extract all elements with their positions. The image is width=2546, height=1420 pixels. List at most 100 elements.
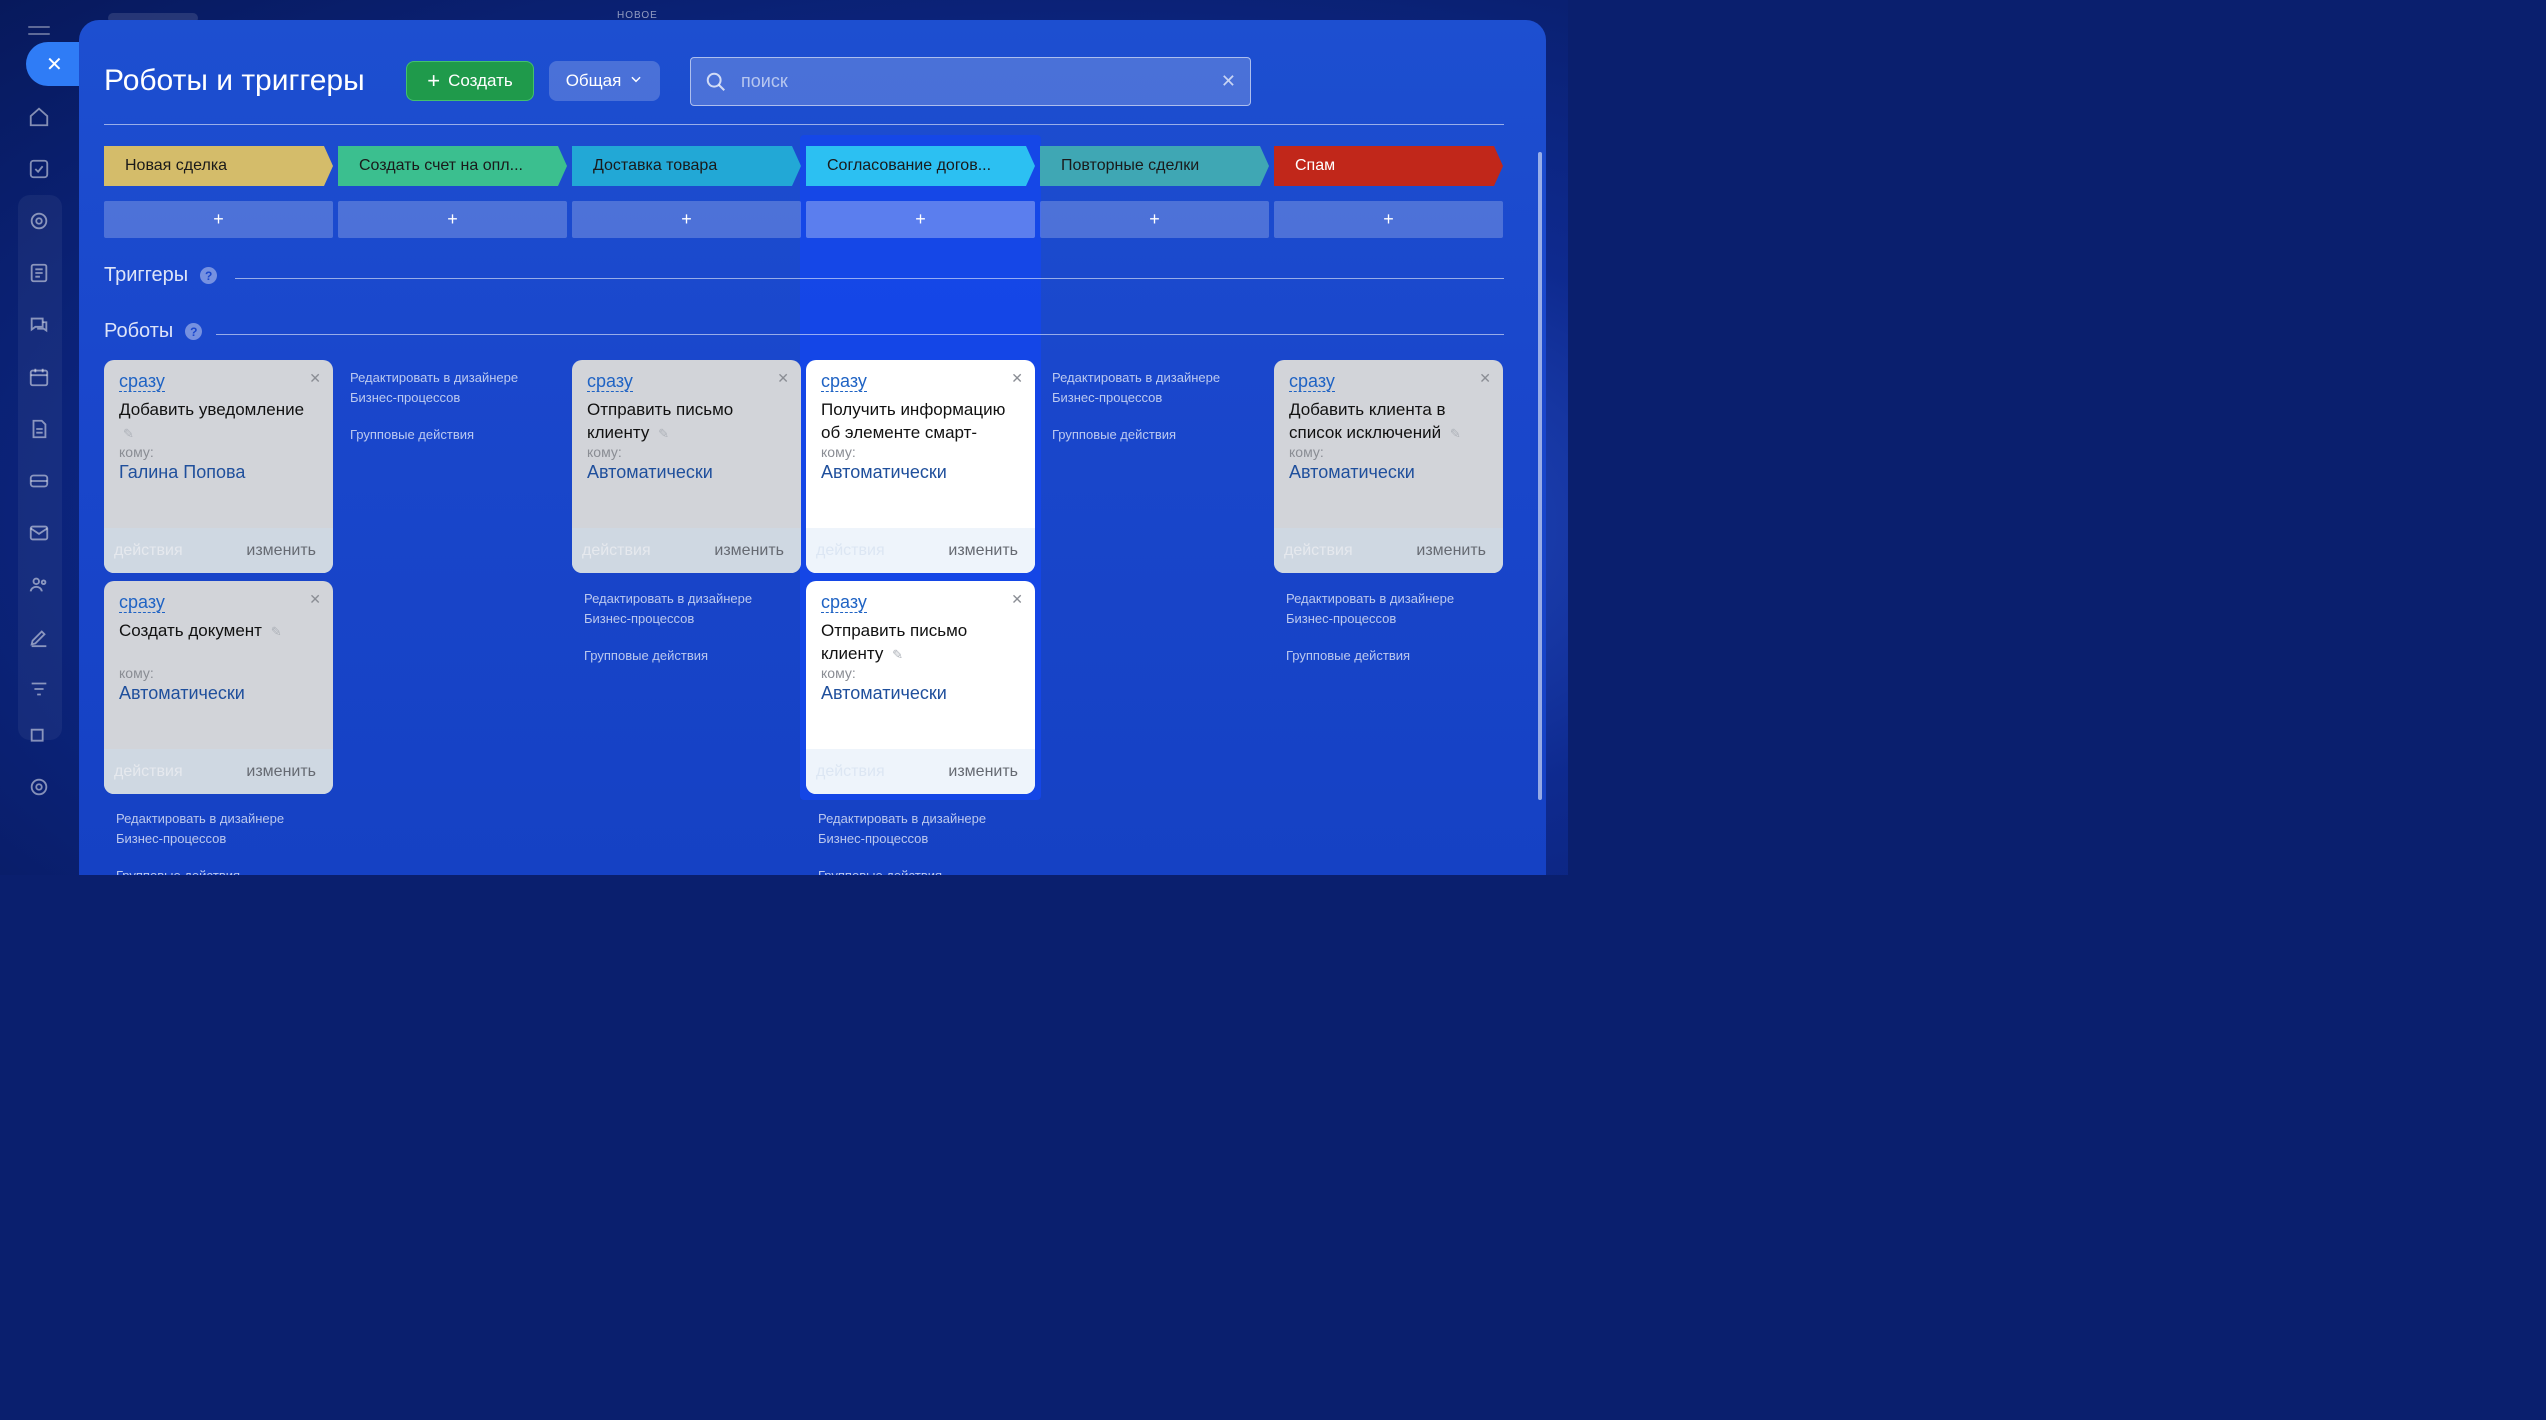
stage-repeat-deals[interactable]: Повторные сделки	[1040, 146, 1269, 186]
drive-icon[interactable]	[28, 470, 50, 492]
robot-card[interactable]: сразу ✕ Добавить клиента в список исключ…	[1274, 360, 1503, 573]
robot-card[interactable]: сразу ✕ Отправить письмо клиенту ✎ кому:…	[806, 581, 1035, 794]
robot-recipient-label: кому:	[1289, 444, 1324, 460]
triggers-label: Триггеры	[104, 264, 189, 286]
edit-in-designer-link[interactable]: Редактировать в дизайнере Бизнес-процесс…	[1052, 368, 1252, 408]
delete-robot-icon[interactable]: ✕	[777, 370, 789, 387]
stage-contract-approval[interactable]: Согласование догов...	[806, 146, 1035, 186]
stage-delivery[interactable]: Доставка товара	[572, 146, 801, 186]
delete-robot-icon[interactable]: ✕	[1011, 370, 1023, 387]
robot-title: Создать документ ✎	[119, 619, 324, 643]
robot-recipient: Галина Попова	[119, 462, 246, 482]
robot-delay-link[interactable]: сразу	[1289, 371, 1335, 392]
create-button[interactable]: + Создать	[406, 61, 534, 101]
robot-delay-link[interactable]: сразу	[587, 371, 633, 392]
robot-recipient: Автоматически	[587, 462, 713, 482]
pencil-icon[interactable]: ✎	[658, 422, 669, 445]
edit-in-designer-link[interactable]: Редактировать в дизайнере Бизнес-процесс…	[584, 589, 784, 629]
add-trigger-button[interactable]: +	[806, 201, 1035, 238]
edit-in-designer-link[interactable]: Редактировать в дизайнере Бизнес-процесс…	[1286, 589, 1486, 629]
edit-in-designer-link[interactable]: Редактировать в дизайнере Бизнес-процесс…	[116, 809, 316, 849]
add-trigger-button[interactable]: +	[572, 201, 801, 238]
pencil-icon[interactable]: ✎	[1450, 422, 1461, 445]
group-actions-link[interactable]: Групповые действия	[584, 646, 784, 666]
settings-icon[interactable]	[28, 776, 50, 798]
add-trigger-button[interactable]: +	[338, 201, 567, 238]
clear-search-icon[interactable]: ✕	[1221, 71, 1236, 92]
robot-card[interactable]: сразу ✕ Отправить письмо клиенту ✎ кому:…	[572, 360, 801, 573]
stage-new-deal[interactable]: Новая сделка	[104, 146, 333, 186]
marketing-icon[interactable]	[28, 726, 50, 748]
help-icon[interactable]: ?	[185, 323, 203, 340]
tasks-icon[interactable]	[28, 158, 50, 180]
robot-card-footer: действия изменить	[806, 528, 1035, 573]
stage-create-invoice[interactable]: Создать счет на опл...	[338, 146, 567, 186]
robot-edit-link[interactable]: изменить	[948, 763, 1018, 781]
mail-icon[interactable]	[28, 522, 50, 544]
robot-edit-link[interactable]: изменить	[1416, 542, 1486, 560]
menu-icon[interactable]	[28, 26, 50, 40]
robot-actions-link[interactable]: действия	[1284, 542, 1353, 560]
add-trigger-button[interactable]: +	[1274, 201, 1503, 238]
document-icon[interactable]	[28, 418, 50, 440]
add-trigger-button[interactable]: +	[1040, 201, 1269, 238]
robot-actions-link[interactable]: действия	[114, 763, 183, 781]
robot-actions-link[interactable]: действия	[816, 542, 885, 560]
group-actions-link[interactable]: Групповые действия	[116, 866, 316, 875]
feed-icon[interactable]	[28, 262, 50, 284]
robot-edit-link[interactable]: изменить	[246, 542, 316, 560]
chevron-down-icon	[629, 71, 643, 91]
robot-edit-link[interactable]: изменить	[246, 763, 316, 781]
robot-delay-link[interactable]: сразу	[821, 371, 867, 392]
robot-edit-link[interactable]: изменить	[714, 542, 784, 560]
pencil-icon[interactable]: ✎	[123, 422, 134, 445]
robot-title: Получить информацию об элементе смарт-	[821, 400, 1006, 442]
calendar-icon[interactable]	[28, 366, 50, 388]
robot-actions-link[interactable]: действия	[114, 542, 183, 560]
group-actions-link[interactable]: Групповые действия	[350, 425, 550, 445]
robot-card[interactable]: сразу ✕ Добавить уведомление ✎ кому: Гали…	[104, 360, 333, 573]
add-trigger-button[interactable]: +	[104, 201, 333, 238]
vertical-scrollbar[interactable]	[1538, 152, 1542, 800]
left-rail: ✕	[0, 0, 86, 875]
crm-icon[interactable]	[28, 210, 50, 232]
robot-title: Отправить письмо клиенту ✎	[587, 398, 792, 445]
funnel-icon[interactable]	[28, 678, 50, 700]
robot-actions-link[interactable]: действия	[582, 542, 651, 560]
robot-delay-link[interactable]: сразу	[821, 592, 867, 613]
edit-in-designer-link[interactable]: Редактировать в дизайнере Бизнес-процесс…	[350, 368, 550, 408]
pencil-icon[interactable]: ✎	[892, 643, 903, 666]
header-divider	[104, 124, 1504, 125]
pencil-icon[interactable]: ✎	[271, 620, 282, 643]
chat-icon[interactable]	[28, 314, 50, 336]
robot-card[interactable]: сразу ✕ Создать документ ✎ кому: Автомат…	[104, 581, 333, 794]
close-panel-button[interactable]: ✕	[26, 42, 86, 86]
group-actions-link[interactable]: Групповые действия	[818, 866, 1018, 875]
delete-robot-icon[interactable]: ✕	[1011, 591, 1023, 608]
robot-recipient-label: кому:	[119, 665, 154, 681]
group-actions-link[interactable]: Групповые действия	[1286, 646, 1486, 666]
robots-heading: Роботы ?	[104, 320, 203, 343]
search-input[interactable]	[741, 71, 1221, 92]
stage-spam[interactable]: Спам	[1274, 146, 1503, 186]
robot-delay-link[interactable]: сразу	[119, 371, 165, 392]
search-box[interactable]: ✕	[690, 57, 1251, 106]
column-6-links: Редактировать в дизайнере Бизнес-процесс…	[1286, 589, 1486, 666]
robot-card[interactable]: сразу ✕ Получить информацию об элементе …	[806, 360, 1035, 573]
robot-recipient-label: кому:	[119, 444, 154, 460]
group-actions-link[interactable]: Групповые действия	[1052, 425, 1252, 445]
robot-recipient-label: кому:	[587, 444, 622, 460]
robot-delay-link[interactable]: сразу	[119, 592, 165, 613]
delete-robot-icon[interactable]: ✕	[309, 370, 321, 387]
category-dropdown[interactable]: Общая	[549, 61, 660, 101]
robot-actions-link[interactable]: действия	[816, 763, 885, 781]
delete-robot-icon[interactable]: ✕	[309, 591, 321, 608]
delete-robot-icon[interactable]: ✕	[1479, 370, 1491, 387]
help-icon[interactable]: ?	[200, 267, 218, 284]
robot-edit-link[interactable]: изменить	[948, 542, 1018, 560]
home-icon[interactable]	[28, 106, 50, 128]
sign-icon[interactable]	[28, 626, 50, 648]
contacts-icon[interactable]	[28, 574, 50, 596]
robot-recipient-label: кому:	[821, 444, 856, 460]
edit-in-designer-link[interactable]: Редактировать в дизайнере Бизнес-процесс…	[818, 809, 1018, 849]
